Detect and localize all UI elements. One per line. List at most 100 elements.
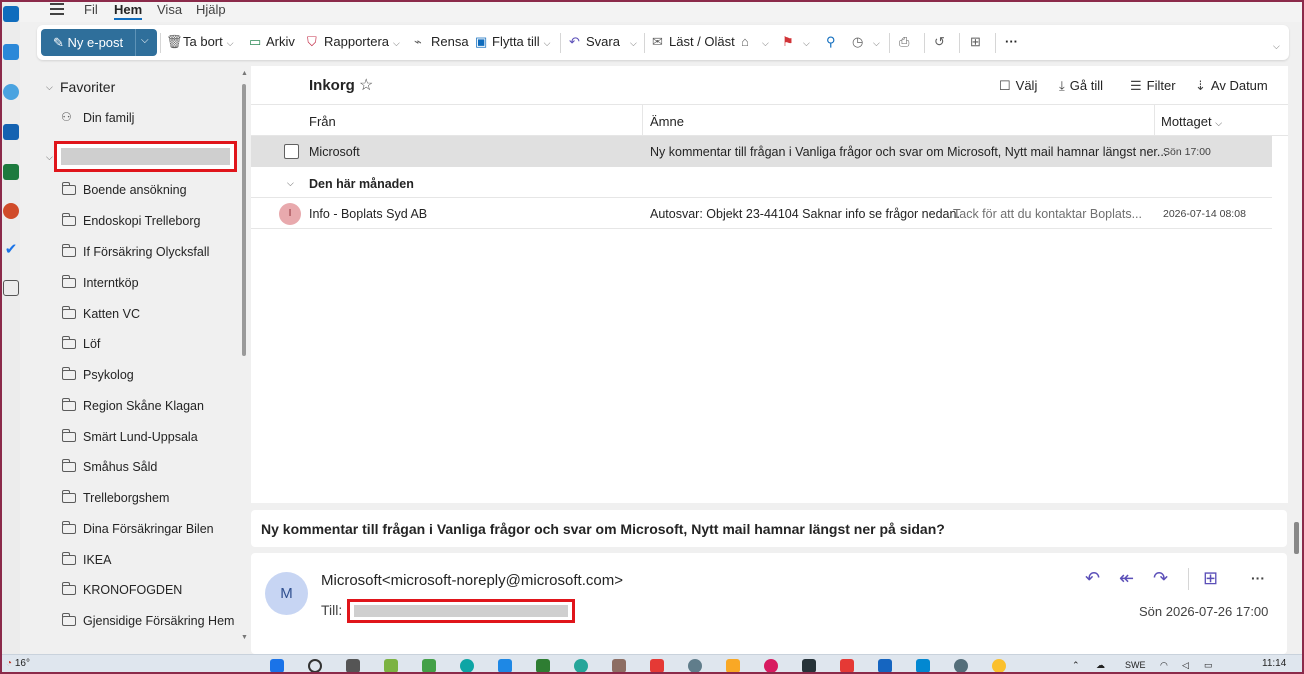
- move-to-button[interactable]: ▣ Flytta till ⌵: [475, 34, 551, 50]
- column-subject[interactable]: Ämne: [650, 114, 684, 129]
- folder-item[interactable]: Gjensidige Försäkring Hem: [61, 613, 241, 638]
- column-received[interactable]: Mottaget ⌵: [1161, 114, 1222, 129]
- folder-item[interactable]: Dina Försäkringar Bilen: [61, 521, 241, 546]
- undo-button[interactable]: ↺: [934, 34, 951, 50]
- browser-icon[interactable]: [574, 659, 588, 673]
- sender-avatar[interactable]: M: [265, 572, 308, 615]
- folder-item[interactable]: Småhus Såld: [61, 459, 241, 484]
- tag-button[interactable]: ⌂ ⌵: [741, 34, 769, 49]
- ribbon-expand-button[interactable]: ⌵: [1269, 37, 1280, 52]
- chevron-down-icon[interactable]: ⌵: [630, 38, 637, 48]
- app-icon[interactable]: [878, 659, 892, 673]
- people-app-icon[interactable]: [3, 84, 19, 100]
- windows-start-icon[interactable]: [270, 659, 284, 673]
- chevron-down-icon[interactable]: ⌵: [46, 152, 53, 163]
- message-row[interactable]: I Info - Boplats Syd AB Autosvar: Objekt…: [251, 198, 1272, 229]
- menu-hjalp[interactable]: Hjälp: [196, 2, 226, 17]
- chevron-down-icon[interactable]: ⌵: [46, 82, 53, 93]
- settings-icon[interactable]: [954, 659, 968, 673]
- archive-button[interactable]: ▭ Arkiv: [249, 34, 295, 50]
- scroll-down-arrow[interactable]: ▼: [241, 634, 248, 641]
- mail-app-icon[interactable]: [3, 6, 19, 22]
- excel-app-icon[interactable]: [3, 164, 19, 180]
- music-icon[interactable]: [764, 659, 778, 673]
- folder-item[interactable]: Trelleborgshem: [61, 490, 241, 515]
- pin-button[interactable]: ⚲: [826, 34, 843, 50]
- ellipsis-icon[interactable]: ···: [1251, 570, 1265, 586]
- sweep-button[interactable]: ⌁ Rensa: [414, 34, 469, 50]
- clock[interactable]: 11:14: [1262, 658, 1286, 669]
- more-apps-icon[interactable]: [3, 280, 19, 296]
- more-options-button[interactable]: ···: [1005, 34, 1018, 49]
- cloud-icon[interactable]: ☁: [1096, 660, 1105, 671]
- folder-item[interactable]: Smärt Lund-Uppsala: [61, 429, 241, 454]
- select-button[interactable]: ☐ Välj: [999, 78, 1037, 94]
- folder-item[interactable]: Endoskopi Trelleborg: [61, 213, 241, 238]
- chevron-down-icon[interactable]: ⌵: [803, 38, 810, 48]
- chevron-down-icon[interactable]: ⌵: [141, 35, 149, 46]
- wifi-icon[interactable]: ◠: [1160, 660, 1168, 671]
- chevron-down-icon[interactable]: ⌵: [227, 38, 234, 48]
- redacted-account-name[interactable]: [54, 141, 237, 172]
- chevron-down-icon[interactable]: ⌵: [544, 38, 551, 48]
- reading-scrollbar[interactable]: [1294, 522, 1299, 554]
- folder-item[interactable]: If Försäkring Olycksfall: [61, 244, 241, 269]
- todo-app-icon[interactable]: ✔: [3, 242, 19, 258]
- outlook-taskbar-icon[interactable]: [916, 659, 930, 673]
- edge-icon[interactable]: [460, 659, 474, 673]
- language-indicator[interactable]: SWE: [1125, 660, 1146, 670]
- weather-widget[interactable]: ◔ 16°: [6, 658, 30, 669]
- volume-icon[interactable]: ◁: [1182, 660, 1189, 671]
- column-from[interactable]: Från: [309, 114, 336, 129]
- apps-button[interactable]: ⊞: [970, 34, 987, 50]
- terminal-icon[interactable]: [802, 659, 816, 673]
- group-header[interactable]: ⌵ Den här månaden: [251, 167, 1272, 198]
- folder-scrollbar[interactable]: [242, 84, 246, 356]
- sort-button[interactable]: ⇣ Av Datum: [1195, 78, 1268, 94]
- app-icon[interactable]: [612, 659, 626, 673]
- chevron-down-icon[interactable]: ⌵: [393, 38, 400, 48]
- flag-button[interactable]: ⚑ ⌵: [782, 34, 810, 50]
- message-row[interactable]: Microsoft Ny kommentar till frågan i Van…: [251, 136, 1272, 167]
- office-app-icon[interactable]: [3, 203, 19, 219]
- app-icon[interactable]: [650, 659, 664, 673]
- app-icon[interactable]: [422, 659, 436, 673]
- folder-item[interactable]: Löf: [61, 336, 241, 361]
- folder-item[interactable]: ⚇ Din familj: [61, 110, 241, 135]
- notepad-icon[interactable]: [384, 659, 398, 673]
- forward-icon[interactable]: ↷: [1153, 568, 1168, 589]
- camera-icon[interactable]: [688, 659, 702, 673]
- folder-item[interactable]: Katten VC: [61, 306, 241, 331]
- task-view-icon[interactable]: [346, 659, 360, 673]
- reply-button[interactable]: ↶ Svara ⌵: [569, 34, 637, 50]
- menu-visa[interactable]: Visa: [157, 2, 182, 17]
- menu-hem[interactable]: Hem: [114, 2, 143, 20]
- battery-icon[interactable]: ▭: [1204, 660, 1213, 671]
- delete-button[interactable]: 🗑Ta bort ⌵: [166, 34, 234, 50]
- print-button[interactable]: ⎙: [899, 34, 916, 50]
- chevron-up-icon[interactable]: ⌃: [1072, 660, 1080, 671]
- store-icon[interactable]: [498, 659, 512, 673]
- reply-all-icon[interactable]: ↞: [1119, 568, 1134, 589]
- new-mail-button[interactable]: ✎ Ny e-post ⌵: [41, 29, 157, 56]
- menu-fil[interactable]: Fil: [84, 2, 98, 17]
- sender-address[interactable]: Microsoft<microsoft-noreply@microsoft.co…: [321, 572, 623, 589]
- folder-item[interactable]: IKEA: [61, 552, 241, 577]
- excel-icon[interactable]: [536, 659, 550, 673]
- hamburger-icon[interactable]: [50, 3, 64, 15]
- chevron-down-icon[interactable]: ⌵: [873, 38, 880, 48]
- search-icon[interactable]: [308, 659, 322, 673]
- file-explorer-icon[interactable]: [726, 659, 740, 673]
- folder-item[interactable]: Psykolog: [61, 367, 241, 392]
- favorites-header[interactable]: Favoriter: [60, 79, 115, 95]
- youtube-icon[interactable]: [840, 659, 854, 673]
- folder-item[interactable]: KRONOFOGDEN: [61, 582, 241, 607]
- snooze-button[interactable]: ◷ ⌵: [852, 34, 880, 50]
- reply-icon[interactable]: ↶: [1085, 568, 1100, 589]
- folder-item[interactable]: Region Skåne Klagan: [61, 398, 241, 423]
- chrome-icon[interactable]: [992, 659, 1006, 673]
- report-button[interactable]: ⛉ Rapportera ⌵: [307, 34, 400, 50]
- outlook-app-icon[interactable]: [3, 124, 19, 140]
- folder-item[interactable]: Boende ansökning: [61, 182, 241, 207]
- folder-item[interactable]: Interntköp: [61, 275, 241, 300]
